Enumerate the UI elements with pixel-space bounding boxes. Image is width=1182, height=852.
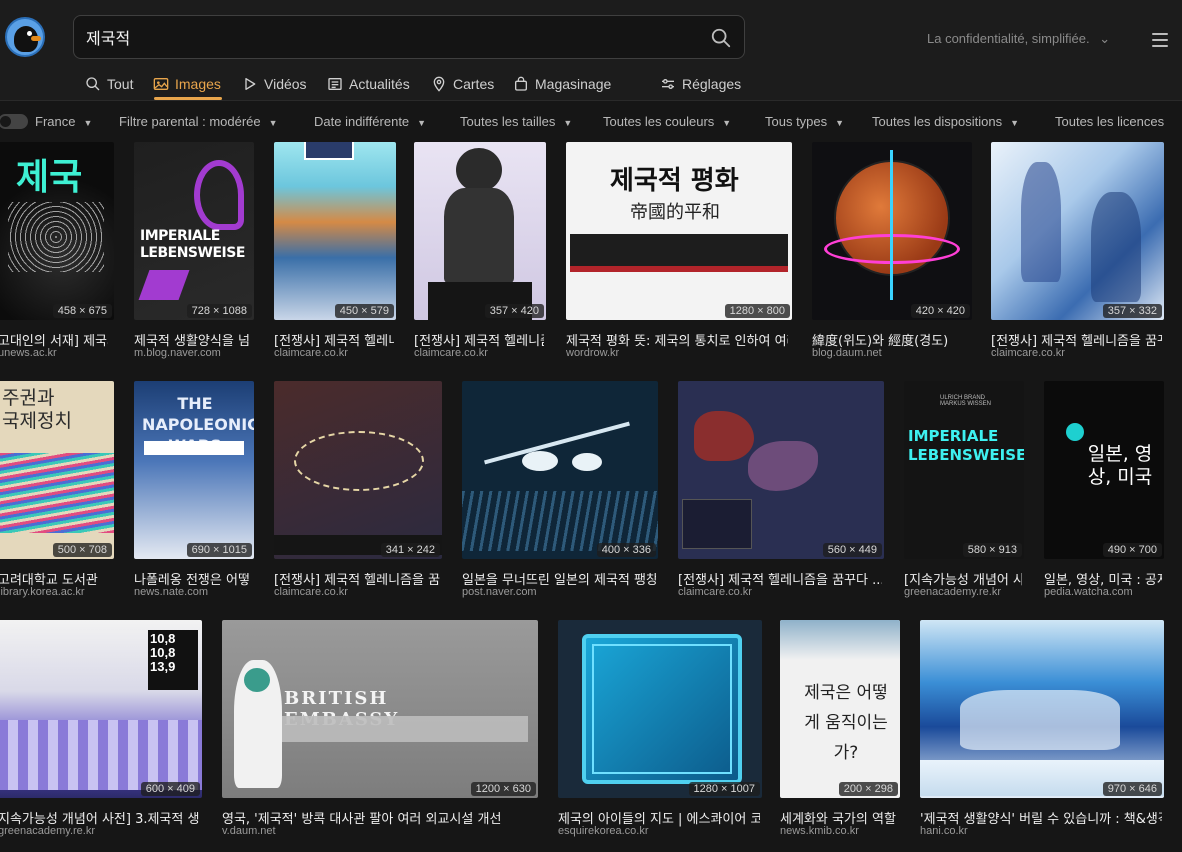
header: La confidentialité, simplifiée. ⌄ Tout I… <box>0 0 1182 101</box>
result-domain: esquirekorea.co.kr <box>558 825 649 837</box>
tab-label: Cartes <box>453 76 495 92</box>
result-domain: greenacademy.re.kr <box>904 586 1002 598</box>
search-icon <box>86 77 100 91</box>
result-domain: claimcare.co.kr <box>274 347 348 359</box>
duck-eye-icon <box>27 31 32 36</box>
tab-all[interactable]: Tout <box>85 70 133 98</box>
result-domain: claimcare.co.kr <box>274 586 348 598</box>
result-thumbnail[interactable]: 10,8 10,8 13,9 600 × 409 <box>0 620 202 798</box>
caret-down-icon: ▼ <box>268 117 278 128</box>
caret-down-icon: ▼ <box>563 117 573 128</box>
result-domain: wordrow.kr <box>566 347 620 359</box>
result-domain: blog.daum.net <box>812 347 882 359</box>
active-tab-indicator <box>154 97 222 100</box>
result-domain: news.kmib.co.kr <box>780 825 859 837</box>
search-box[interactable] <box>73 15 745 59</box>
result-thumbnail[interactable]: BRITISH EMBASSY 1200 × 630 <box>222 620 538 798</box>
result-thumbnail[interactable]: 제국은 어떻게 움직이는가? 200 × 298 <box>780 620 900 798</box>
region-filter[interactable]: France ▼ <box>35 114 92 129</box>
chevron-down-icon: ⌄ <box>1099 31 1111 46</box>
image-icon <box>153 78 169 90</box>
result-thumbnail[interactable]: 420 × 420 <box>812 142 972 320</box>
result-domain: news.nate.com <box>134 586 208 598</box>
tab-videos[interactable]: Vidéos <box>242 70 307 98</box>
tab-label: Tout <box>107 76 134 92</box>
result-thumbnail[interactable]: 450 × 579 <box>274 142 396 320</box>
result-domain: hani.co.kr <box>920 825 968 837</box>
region-toggle[interactable] <box>0 114 28 129</box>
result-domain: m.blog.naver.com <box>134 347 221 359</box>
date-filter[interactable]: Date indifférente ▼ <box>314 114 426 129</box>
result-domain: post.naver.com <box>462 586 537 598</box>
result-thumbnail[interactable]: 970 × 646 <box>920 620 1164 798</box>
caret-down-icon: ▼ <box>417 117 427 128</box>
duck-beak-icon <box>31 36 41 41</box>
caret-down-icon: ▼ <box>1010 117 1019 128</box>
safe-search-filter[interactable]: Filtre parental : modérée ▼ <box>119 114 278 129</box>
tab-label: Réglages <box>682 76 742 92</box>
sliders-icon <box>662 79 674 89</box>
result-thumbnail[interactable]: THE NAPOLEONIC WARS 690 × 1015 <box>134 381 254 559</box>
license-filter[interactable]: Toutes les licences <box>1055 114 1167 129</box>
result-domain: pedia.watcha.com <box>1044 586 1133 598</box>
privacy-label: La confidentialité, simplifiée. <box>927 31 1090 46</box>
result-domain: v.daum.net <box>222 825 276 837</box>
caret-down-icon: ▼ <box>835 117 845 128</box>
result-thumbnail[interactable]: IMPERIALE LEBENSWEISE 728 × 1088 <box>134 142 254 320</box>
newspaper-icon <box>328 78 342 90</box>
result-thumbnail[interactable]: 357 × 332 <box>991 142 1164 320</box>
color-filter[interactable]: Toutes les couleurs ▼ <box>603 114 731 129</box>
tab-label: Actualités <box>349 76 410 92</box>
result-domain: claimcare.co.kr <box>678 586 752 598</box>
tab-news[interactable]: Actualités <box>327 70 410 98</box>
search-icon[interactable] <box>710 27 732 49</box>
type-filter[interactable]: Tous types ▼ <box>765 114 844 129</box>
size-filter[interactable]: Toutes les tailles ▼ <box>460 114 572 129</box>
tab-label: Vidéos <box>264 76 307 92</box>
result-domain: library.korea.ac.kr <box>0 586 85 598</box>
caret-down-icon: ▼ <box>722 117 732 128</box>
result-thumbnail[interactable]: 주권과 국제정치 500 × 708 <box>0 381 114 559</box>
result-thumbnail[interactable]: 560 × 449 <box>678 381 884 559</box>
filter-bar: France ▼ Filtre parental : modérée ▼ Date … <box>0 104 1182 140</box>
caret-down-icon: ▼ <box>83 117 93 128</box>
result-thumbnail[interactable]: 400 × 336 <box>462 381 658 559</box>
hamburger-menu-icon[interactable] <box>1152 33 1168 47</box>
privacy-dropdown[interactable]: La confidentialité, simplifiée. ⌄ <box>927 31 1110 47</box>
result-thumbnail[interactable]: 일본, 영상, 미국 490 × 700 <box>1044 381 1164 559</box>
search-input[interactable] <box>86 16 696 58</box>
result-thumbnail[interactable]: 341 × 242 <box>274 381 442 559</box>
map-pin-icon <box>433 76 445 92</box>
result-domain: claimcare.co.kr <box>414 347 488 359</box>
tab-images[interactable]: Images <box>153 70 221 98</box>
tab-label: Magasinage <box>535 76 612 92</box>
shopping-bag-icon <box>515 76 527 91</box>
result-thumbnail[interactable]: 제국적 평화 帝國的平和 1280 × 800 <box>566 142 792 320</box>
result-domain: greenacademy.re.kr <box>0 825 96 837</box>
tab-shopping[interactable]: Magasinage <box>513 70 611 98</box>
result-thumbnail[interactable]: ULRICH BRAND MARKUS WISSEN IMPERIALE LEBE… <box>904 381 1024 559</box>
tab-label: Images <box>175 76 221 92</box>
result-thumbnail[interactable]: 1280 × 1007 <box>558 620 762 798</box>
play-icon <box>245 78 256 90</box>
tab-maps[interactable]: Cartes <box>431 70 494 98</box>
result-domain: unews.ac.kr <box>0 347 57 359</box>
duckduckgo-logo[interactable] <box>5 17 45 57</box>
result-thumbnail[interactable]: 제국 458 × 675 <box>0 142 114 320</box>
layout-filter[interactable]: Toutes les dispositions ▼ <box>872 114 1019 129</box>
result-domain: claimcare.co.kr <box>991 347 1065 359</box>
tab-settings[interactable]: Réglages <box>660 70 741 98</box>
result-thumbnail[interactable]: 357 × 420 <box>414 142 546 320</box>
